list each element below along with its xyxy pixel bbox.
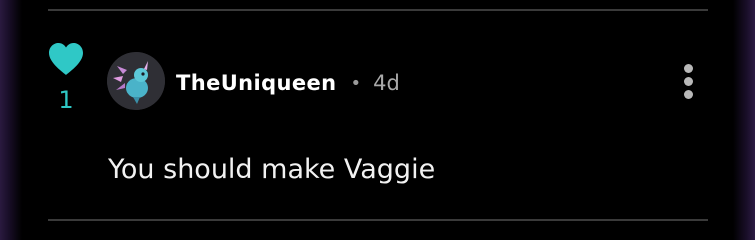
dragon-avatar-icon xyxy=(107,52,165,110)
avatar[interactable] xyxy=(107,52,165,110)
like-count: 1 xyxy=(58,86,74,114)
username-link[interactable]: TheUniqueen xyxy=(176,71,337,95)
divider-top xyxy=(48,9,708,11)
heart-icon[interactable] xyxy=(47,42,85,76)
comment-text: You should make Vaggie xyxy=(108,154,436,185)
more-vertical-icon[interactable] xyxy=(676,64,700,99)
comment-meta: TheUniqueen • 4d xyxy=(176,68,400,98)
comment-panel xyxy=(22,0,733,240)
meta-separator: • xyxy=(350,72,362,94)
more-options-button[interactable] xyxy=(676,64,700,102)
like-button[interactable]: 1 xyxy=(46,42,86,112)
divider-bottom xyxy=(48,219,708,221)
timestamp: 4d xyxy=(373,71,400,95)
